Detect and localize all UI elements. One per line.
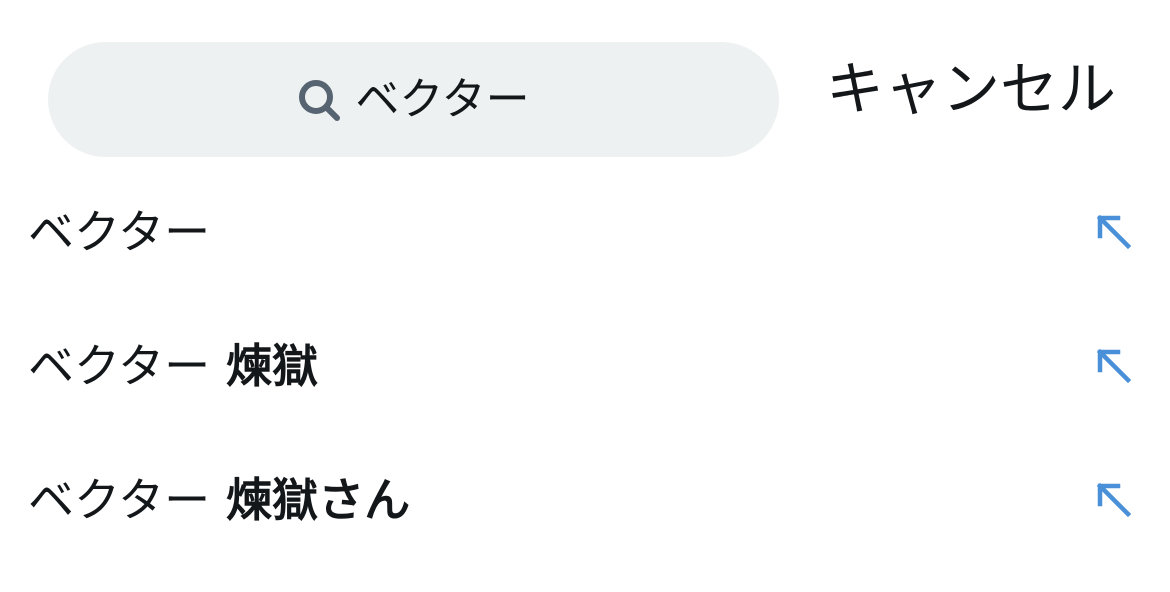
suggestion-completion-text: 煉獄 [210,339,319,393]
suggestion-query-text: ベクター [28,339,211,393]
suggestion-label: ベクター [28,209,210,255]
suggestion-label: ベクター 煉獄 [28,343,318,389]
search-icon [297,78,341,122]
cancel-button[interactable]: キャンセル [826,60,1116,118]
list-item[interactable]: ベクター 煉獄 [0,299,1170,433]
list-item[interactable]: ベクター [0,165,1170,299]
search-input[interactable]: ベクター [48,42,779,157]
arrow-up-left-icon[interactable] [1094,212,1134,252]
suggestion-query-text: ベクター [28,473,211,527]
arrow-up-left-icon[interactable] [1094,346,1134,386]
suggestion-query-text: ベクター [28,205,211,259]
arrow-up-left-icon[interactable] [1094,480,1134,520]
suggestion-list: ベクター ベクター 煉獄 ベクター 煉獄さん [0,165,1170,567]
suggestion-completion-text: 煉獄さん [210,473,411,527]
list-item[interactable]: ベクター 煉獄さん [0,433,1170,567]
search-input-value: ベクター [355,73,530,125]
suggestion-label: ベクター 煉獄さん [28,477,410,523]
